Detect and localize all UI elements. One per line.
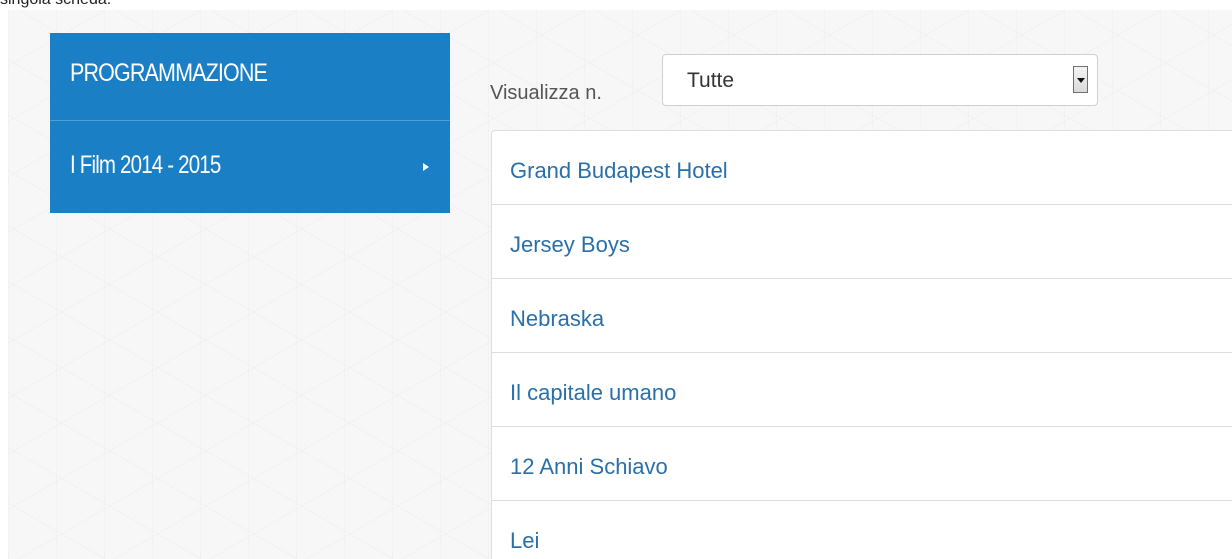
chevron-right-icon — [423, 163, 429, 171]
sidebar-item-film-2014-2015[interactable]: I Film 2014 - 2015 — [50, 122, 450, 213]
page-content: PROGRAMMAZIONE I Film 2014 - 2015 Visual… — [8, 10, 1232, 559]
film-title-link[interactable]: Jersey Boys — [510, 232, 630, 258]
film-list-item[interactable]: Nebraska — [492, 279, 1232, 353]
intro-text: singola scheda. — [0, 0, 111, 9]
sidebar: PROGRAMMAZIONE I Film 2014 - 2015 — [50, 33, 450, 213]
top-partial-text: singola scheda. — [0, 0, 1232, 10]
film-title-link[interactable]: Nebraska — [510, 306, 604, 332]
film-title-link[interactable]: Grand Budapest Hotel — [510, 158, 728, 184]
film-list-item[interactable]: 12 Anni Schiavo — [492, 427, 1232, 501]
show-count-select[interactable]: Tutte — [662, 54, 1098, 106]
chevron-down-icon[interactable] — [1073, 66, 1088, 93]
sidebar-title-text: PROGRAMMAZIONE — [70, 59, 268, 87]
film-list-item[interactable]: Il capitale umano — [492, 353, 1232, 427]
film-list-item[interactable]: Lei — [492, 501, 1232, 559]
show-count-label: Visualizza n. — [490, 82, 602, 104]
sidebar-item-label: I Film 2014 - 2015 — [70, 151, 221, 179]
film-title-link[interactable]: Lei — [510, 528, 539, 554]
show-count-selected-value: Tutte — [687, 69, 735, 92]
film-list-item[interactable]: Grand Budapest Hotel — [492, 131, 1232, 205]
film-list: Grand Budapest Hotel Jersey Boys Nebrask… — [491, 130, 1232, 559]
film-title-link[interactable]: Il capitale umano — [510, 380, 676, 406]
film-title-link[interactable]: 12 Anni Schiavo — [510, 454, 668, 480]
film-list-item[interactable]: Jersey Boys — [492, 205, 1232, 279]
sidebar-title: PROGRAMMAZIONE — [50, 33, 450, 121]
